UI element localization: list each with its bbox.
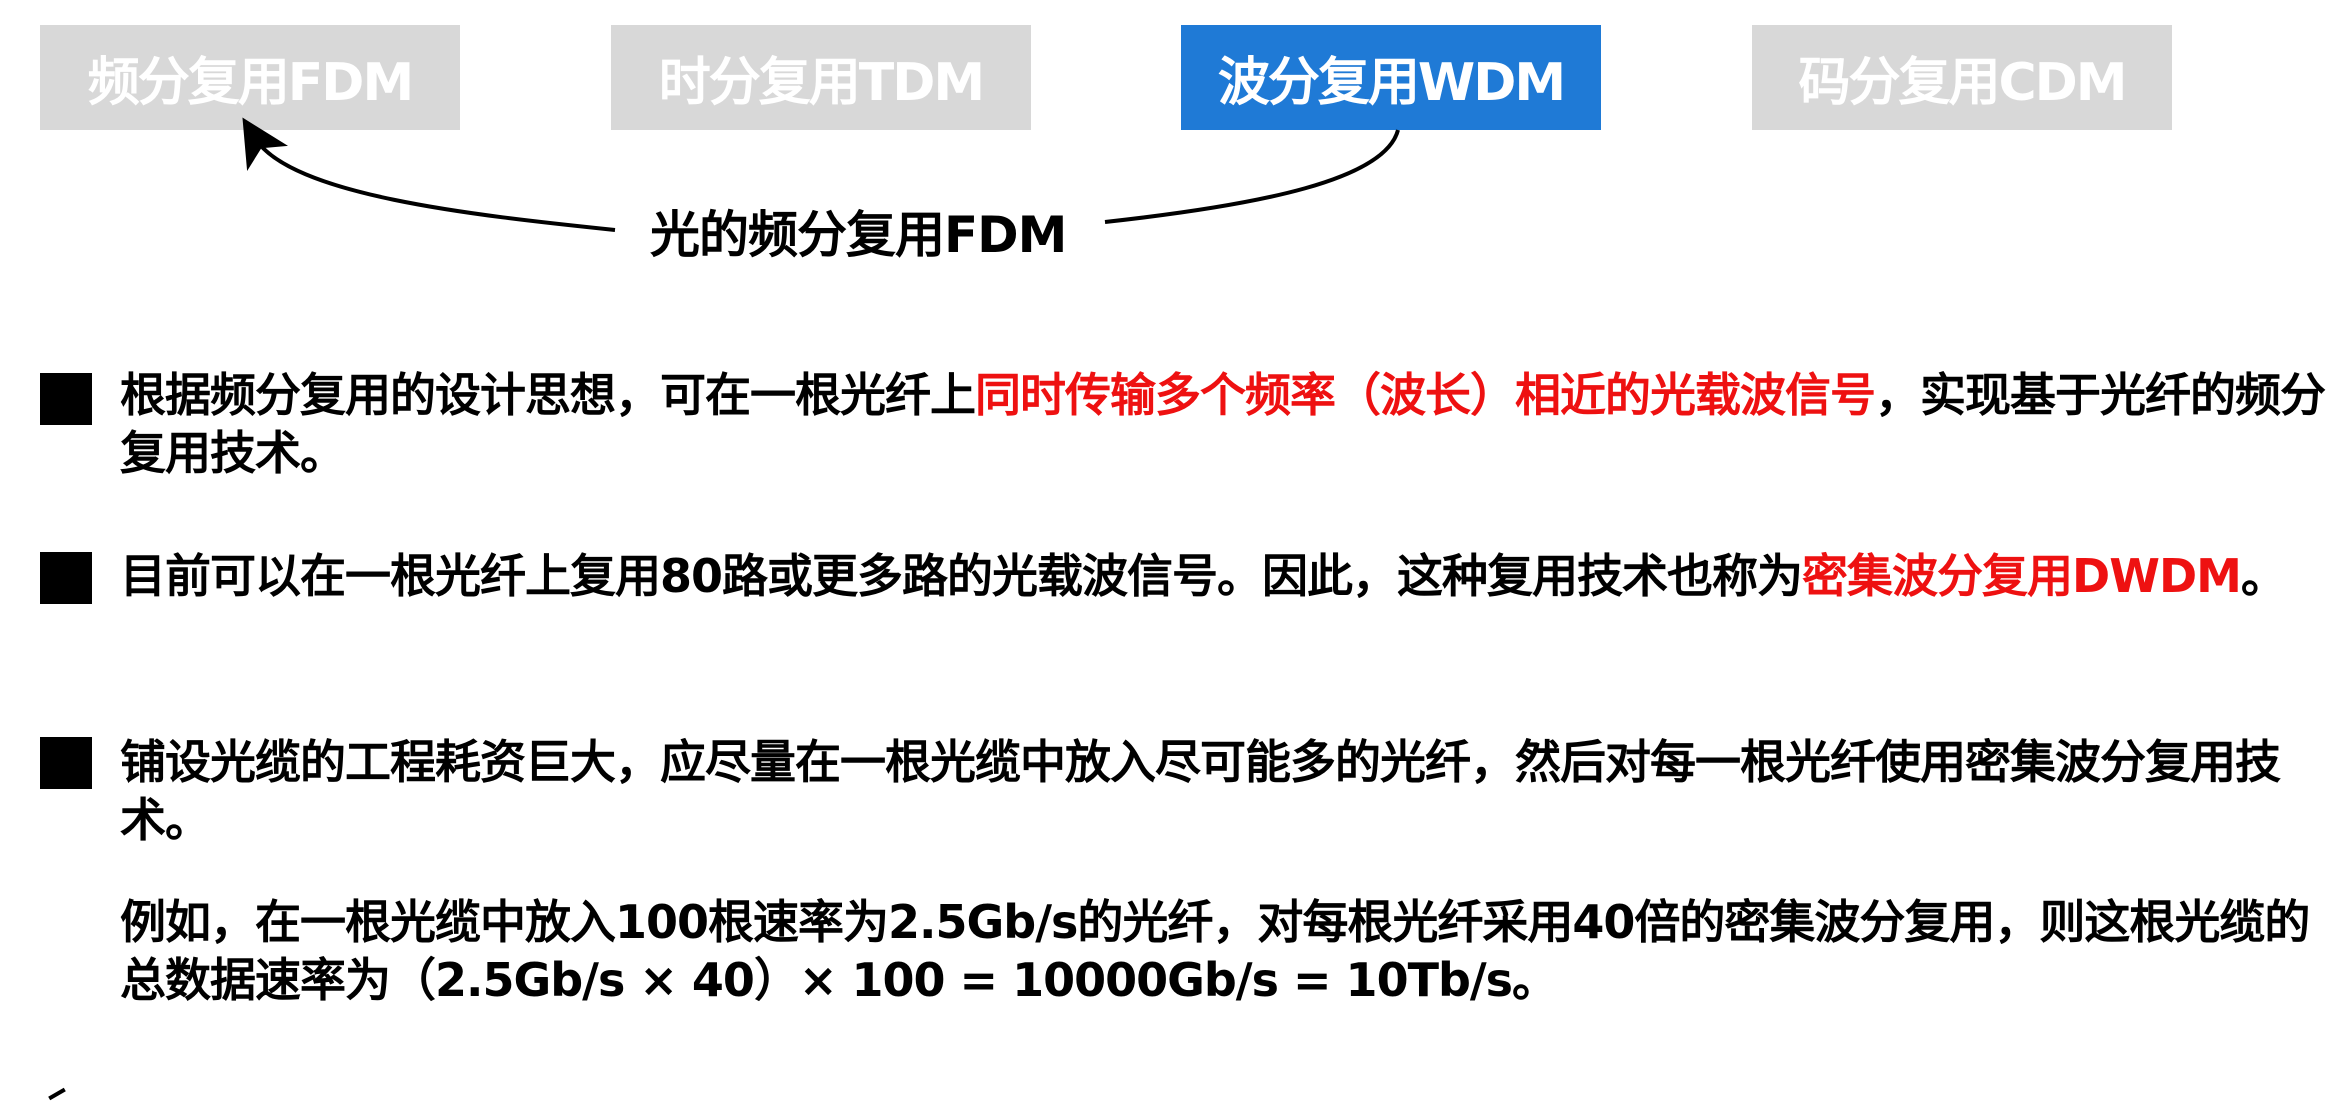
highlight-text: 密集波分复用DWDM bbox=[1802, 549, 2242, 603]
corner-mark bbox=[48, 1087, 66, 1101]
tab-wdm[interactable]: 波分复用WDM bbox=[1181, 25, 1601, 130]
paragraph-fdm-principle: 根据频分复用的设计思想，可在一根光纤上同时传输多个频率（波长）相近的光载波信号，… bbox=[120, 366, 2340, 482]
arrow-curve-left bbox=[242, 117, 616, 232]
tab-cdm[interactable]: 码分复用CDM bbox=[1752, 25, 2172, 130]
bullet-square-icon bbox=[40, 737, 92, 789]
arrow-curve-right bbox=[1104, 129, 1400, 224]
tab-fdm[interactable]: 频分复用FDM bbox=[40, 25, 460, 130]
bullet-square-icon bbox=[40, 373, 92, 425]
paragraph-example: 例如，在一根光缆中放入100根速率为2.5Gb/s的光纤，对每根光纤采用40倍的… bbox=[120, 895, 2310, 1007]
paragraph-dwdm: 目前可以在一根光纤上复用80路或更多路的光载波信号。因此，这种复用技术也称为密集… bbox=[120, 547, 2340, 605]
paragraph-text: 目前可以在一根光纤上复用80路或更多路的光载波信号。因此，这种复用技术也称为 bbox=[120, 549, 1803, 603]
bullet-square-icon bbox=[40, 552, 92, 604]
paragraph-text: 根据频分复用的设计思想，可在一根光纤上 bbox=[120, 368, 976, 422]
highlight-text: 同时传输多个频率（波长）相近的光载波信号 bbox=[975, 368, 1876, 422]
paragraph-text: 。 bbox=[2240, 549, 2287, 603]
arrow-label-optical-fdm: 光的频分复用FDM bbox=[650, 206, 1067, 264]
tab-tdm[interactable]: 时分复用TDM bbox=[611, 25, 1031, 130]
paragraph-cable-fibers: 铺设光缆的工程耗资巨大，应尽量在一根光缆中放入尽可能多的光纤，然后对每一根光纤使… bbox=[120, 735, 2281, 847]
